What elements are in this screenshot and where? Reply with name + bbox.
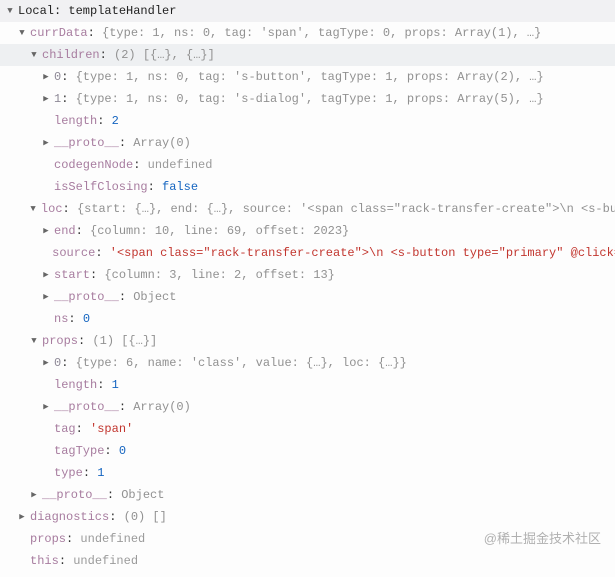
prop-key: end [54,220,76,242]
chevron-right-icon[interactable]: ▶ [16,506,28,528]
chevron-down-icon[interactable]: ▼ [16,22,28,44]
tree-node-props-0[interactable]: ▶ 0: {type: 6, name: 'class', value: {…}… [0,352,615,374]
chevron-right-icon[interactable]: ▶ [28,484,40,506]
scope-header-label: Local: templateHandler [18,0,176,22]
prop-preview: (0) [] [124,506,167,528]
debug-scope-panel: ▼ Local: templateHandler ▼ currData: {ty… [0,0,615,577]
tree-node-type[interactable]: ▶ type: 1 [0,462,615,484]
tree-node-currdata-proto[interactable]: ▶ __proto__: Object [0,484,615,506]
prop-key: type [54,462,83,484]
tree-node-props[interactable]: ▼ props: (1) [{…}] [0,330,615,352]
tree-node-currdata[interactable]: ▼ currData: {type: 1, ns: 0, tag: 'span'… [0,22,615,44]
tree-node-loc-source[interactable]: ▶ source: '<span class="rack-transfer-cr… [0,242,615,264]
prop-preview: {type: 1, ns: 0, tag: 's-dialog', tagTyp… [76,88,544,110]
prop-value: undefined [80,528,145,550]
chevron-right-icon[interactable]: ▶ [40,264,52,286]
prop-preview: {type: 1, ns: 0, tag: 'span', tagType: 0… [102,22,541,44]
tree-node-children-proto[interactable]: ▶ __proto__: Array(0) [0,132,615,154]
chevron-down-icon[interactable]: ▼ [27,198,39,220]
tree-node-props-length[interactable]: ▶ length: 1 [0,374,615,396]
prop-preview: {column: 3, line: 2, offset: 13} [104,264,334,286]
prop-value: Object [133,286,176,308]
prop-key: props [42,330,78,352]
chevron-down-icon[interactable]: ▼ [4,0,16,22]
prop-key: __proto__ [54,396,119,418]
prop-value: 1 [112,374,119,396]
tree-node-loc-start[interactable]: ▶ start: {column: 3, line: 2, offset: 13… [0,264,615,286]
tree-node-codegennode[interactable]: ▶ codegenNode: undefined [0,154,615,176]
chevron-down-icon[interactable]: ▼ [28,330,40,352]
prop-key: tagType [54,440,104,462]
prop-key: children [42,44,100,66]
tree-node-props-proto[interactable]: ▶ __proto__: Array(0) [0,396,615,418]
tree-node-children[interactable]: ▼ children: (2) [{…}, {…}] [0,44,615,66]
prop-key: currData [30,22,88,44]
chevron-right-icon[interactable]: ▶ [40,220,52,242]
prop-preview: {type: 1, ns: 0, tag: 's-button', tagTyp… [76,66,544,88]
tree-node-diagnostics[interactable]: ▶ diagnostics: (0) [] [0,506,615,528]
prop-preview: (1) [{…}] [92,330,157,352]
prop-key: tag [54,418,76,440]
prop-preview: {type: 6, name: 'class', value: {…}, loc… [76,352,407,374]
prop-index: 0 [54,352,61,374]
tree-node-ns[interactable]: ▶ ns: 0 [0,308,615,330]
prop-preview: {start: {…}, end: {…}, source: '<span cl… [77,198,615,220]
prop-value: Array(0) [133,396,191,418]
prop-key: loc [41,198,63,220]
prop-index: 0 [54,66,61,88]
tree-node-children-1[interactable]: ▶ 1: {type: 1, ns: 0, tag: 's-dialog', t… [0,88,615,110]
prop-preview: (2) [{…}, {…}] [114,44,215,66]
prop-value: undefined [73,550,138,572]
prop-key: this [30,550,59,572]
prop-key: length [54,374,97,396]
prop-key: __proto__ [54,132,119,154]
prop-value: false [162,176,198,198]
prop-value: 0 [83,308,90,330]
prop-value: 'span' [90,418,133,440]
scope-header[interactable]: ▼ Local: templateHandler [0,0,615,22]
prop-key: length [54,110,97,132]
tree-node-tag[interactable]: ▶ tag: 'span' [0,418,615,440]
chevron-right-icon[interactable]: ▶ [40,66,52,88]
tree-node-scope-this[interactable]: ▶ this: undefined [0,550,615,572]
tree-node-isselfclosing[interactable]: ▶ isSelfClosing: false [0,176,615,198]
chevron-right-icon[interactable]: ▶ [40,88,52,110]
tree-node-loc-proto[interactable]: ▶ __proto__: Object [0,286,615,308]
prop-key: __proto__ [42,484,107,506]
tree-node-children-length[interactable]: ▶ length: 2 [0,110,615,132]
chevron-right-icon[interactable]: ▶ [40,132,52,154]
prop-key: diagnostics [30,506,109,528]
prop-key: props [30,528,66,550]
prop-index: 1 [54,88,61,110]
prop-key: isSelfClosing [54,176,148,198]
tree-node-scope-props[interactable]: ▶ props: undefined [0,528,615,550]
tree-node-loc-end[interactable]: ▶ end: {column: 10, line: 69, offset: 20… [0,220,615,242]
prop-value: '<span class="rack-transfer-create">\n <… [110,242,615,264]
tree-node-children-0[interactable]: ▶ 0: {type: 1, ns: 0, tag: 's-button', t… [0,66,615,88]
prop-value: 2 [112,110,119,132]
tree-node-tagtype[interactable]: ▶ tagType: 0 [0,440,615,462]
prop-key: codegenNode [54,154,133,176]
prop-preview: {column: 10, line: 69, offset: 2023} [90,220,349,242]
prop-value: undefined [148,154,213,176]
prop-key: ns [54,308,68,330]
chevron-down-icon[interactable]: ▼ [28,44,40,66]
prop-key: start [54,264,90,286]
prop-key: source [52,242,95,264]
chevron-right-icon[interactable]: ▶ [40,286,52,308]
chevron-right-icon[interactable]: ▶ [40,352,52,374]
prop-key: __proto__ [54,286,119,308]
chevron-right-icon[interactable]: ▶ [40,396,52,418]
prop-value: 0 [119,440,126,462]
prop-value: Object [121,484,164,506]
prop-value: 1 [97,462,104,484]
prop-value: Array(0) [133,132,191,154]
tree-node-loc[interactable]: ▼ loc: {start: {…}, end: {…}, source: '<… [0,198,615,220]
